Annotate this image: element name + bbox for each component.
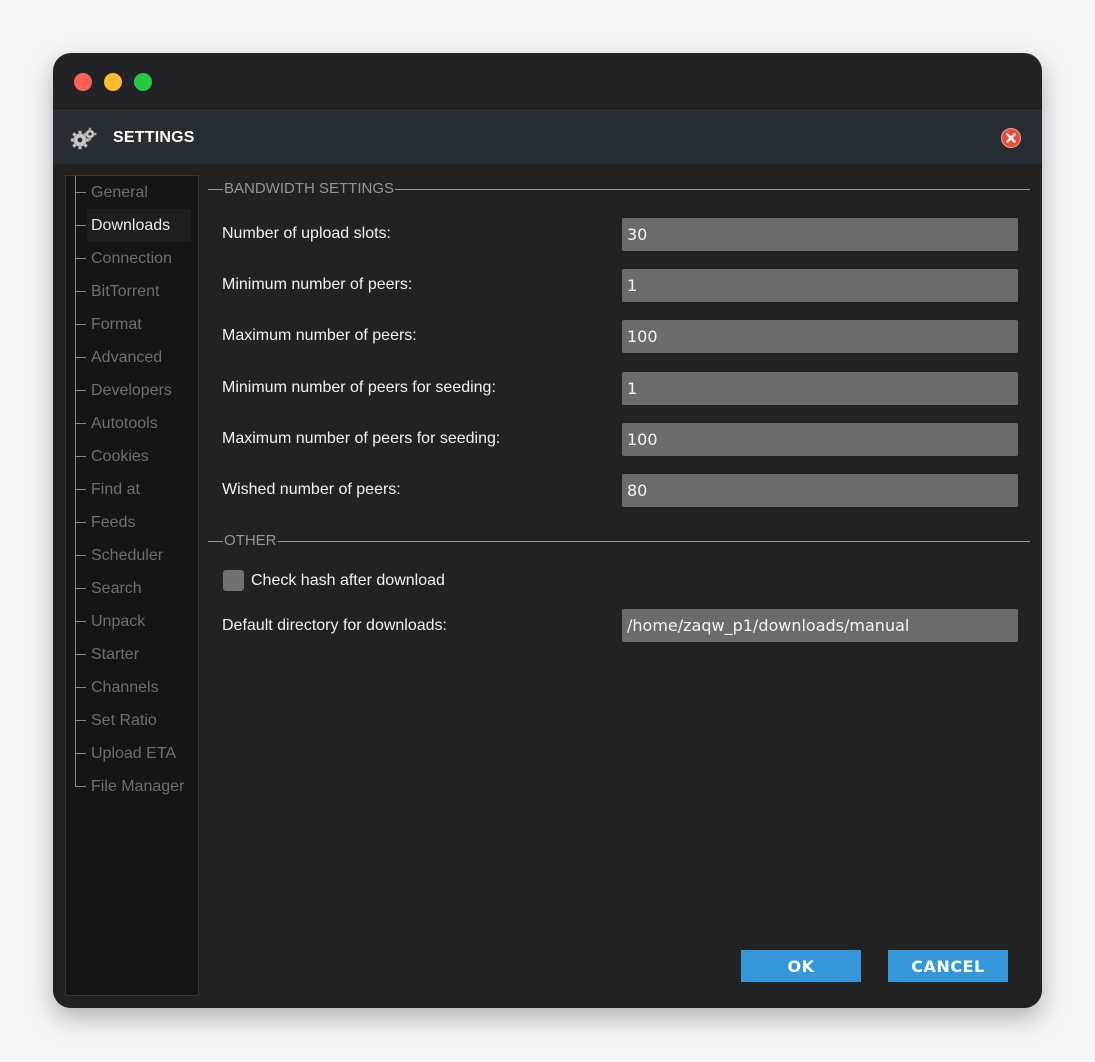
sidebar-item-label: Downloads [91,217,171,234]
bandwidth-row-input[interactable] [622,372,1018,405]
sidebar-item-unpack[interactable]: Unpack [75,605,191,638]
sidebar-item-file-manager[interactable]: File Manager [75,770,191,803]
tree-branch [75,588,86,589]
sidebar-item-label: BitTorrent [91,283,160,300]
sidebar-item-channels[interactable]: Channels [75,671,191,704]
sidebar-item-search[interactable]: Search [75,572,191,605]
bandwidth-row-label: Maximum number of peers: [222,327,417,344]
sidebar-item-developers[interactable]: Developers [75,374,191,407]
sidebar-item-upload-eta[interactable]: Upload ETA [75,737,191,770]
sidebar-item-feeds[interactable]: Feeds [75,506,191,539]
sidebar-item-label: Set Ratio [91,712,157,729]
sidebar-item-label: Developers [91,382,172,399]
settings-dialog: SETTINGS General Downloads Connection BitTo… [53,110,1042,1008]
tree-branch [75,555,86,556]
tree-branch [75,786,86,787]
bandwidth-row-label: Wished number of peers: [222,481,401,498]
sidebar-item-label: General [91,184,148,201]
sidebar-item-format[interactable]: Format [75,308,191,341]
bandwidth-row-input[interactable] [622,218,1018,251]
sidebar-item-label: Starter [91,646,140,663]
sidebar-item-label: Cookies [91,448,149,465]
default-dir-input[interactable] [622,609,1018,642]
section-rule [208,541,1030,542]
tree-branch [75,258,86,259]
app-window: SETTINGS General Downloads Connection BitTo… [53,53,1042,1008]
tree-branch [75,753,86,754]
sidebar-item-label: Autotools [91,415,158,432]
bandwidth-row-input[interactable] [622,474,1018,507]
sidebar-item-label: Format [91,316,142,333]
bandwidth-row-label: Minimum number of peers: [222,276,413,293]
settings-sidebar: General Downloads Connection BitTorrent Form… [65,175,199,996]
close-circle-icon[interactable] [1001,128,1021,148]
cancel-button[interactable]: CANCEL [888,950,1008,982]
tree-branch [75,720,86,721]
sidebar-item-set-ratio[interactable]: Set Ratio [75,704,191,737]
tree-branch [75,687,86,688]
window-minimize-button[interactable] [104,73,122,91]
bandwidth-row-label: Minimum number of peers for seeding: [222,379,496,396]
sidebar-item-bittorrent[interactable]: BitTorrent [75,275,191,308]
bandwidth-row-input[interactable] [622,423,1018,456]
default-dir-label: Default directory for downloads: [222,617,447,634]
ok-button[interactable]: OK [741,950,861,982]
sidebar-item-label: Find at [91,481,140,498]
sidebar-item-advanced[interactable]: Advanced [75,341,191,374]
check-hash-label[interactable]: Check hash after download [251,572,445,590]
window-zoom-button[interactable] [134,73,152,91]
gears-icon [70,127,97,150]
sidebar-item-label: Scheduler [91,547,164,564]
sidebar-item-scheduler[interactable]: Scheduler [75,539,191,572]
tree-branch [75,192,86,193]
tree-branch [75,621,86,622]
tree-branch [75,390,86,391]
sidebar-item-label: Search [91,580,142,597]
sidebar-item-autotools[interactable]: Autotools [75,407,191,440]
bandwidth-row-label: Maximum number of peers for seeding: [222,430,501,447]
tree-branch [75,654,86,655]
sidebar-item-find-at[interactable]: Find at [75,473,191,506]
dialog-title: SETTINGS [113,129,195,146]
bandwidth-row-input[interactable] [622,269,1018,302]
tree-branch [75,423,86,424]
tree-branch [75,357,86,358]
dialog-titlebar: SETTINGS [53,111,1042,164]
bandwidth-row-label: Number of upload slots: [222,225,391,242]
sidebar-item-label: Connection [91,250,172,267]
sidebar-item-general[interactable]: General [75,176,191,209]
section-title-other: OTHER [223,532,278,549]
tree-branch [75,522,86,523]
tree-branch [75,225,86,226]
tree-branch [75,456,86,457]
sidebar-item-label: Channels [91,679,159,696]
tree-branch [75,291,86,292]
sidebar-item-connection[interactable]: Connection [75,242,191,275]
sidebar-item-starter[interactable]: Starter [75,638,191,671]
sidebar-item-cookies[interactable]: Cookies [75,440,191,473]
bandwidth-row-input[interactable] [622,320,1018,353]
tree-branch [75,489,86,490]
tree-branch [75,324,86,325]
sidebar-item-label: File Manager [91,778,185,795]
section-title-bandwidth: BANDWIDTH SETTINGS [223,180,396,197]
window-close-button[interactable] [74,73,92,91]
sidebar-item-label: Feeds [91,514,136,531]
sidebar-item-label: Unpack [91,613,146,630]
check-hash-checkbox[interactable] [223,570,244,591]
sidebar-item-downloads[interactable]: Downloads [75,209,191,242]
sidebar-item-label: Upload ETA [91,745,177,762]
sidebar-item-label: Advanced [91,349,163,366]
